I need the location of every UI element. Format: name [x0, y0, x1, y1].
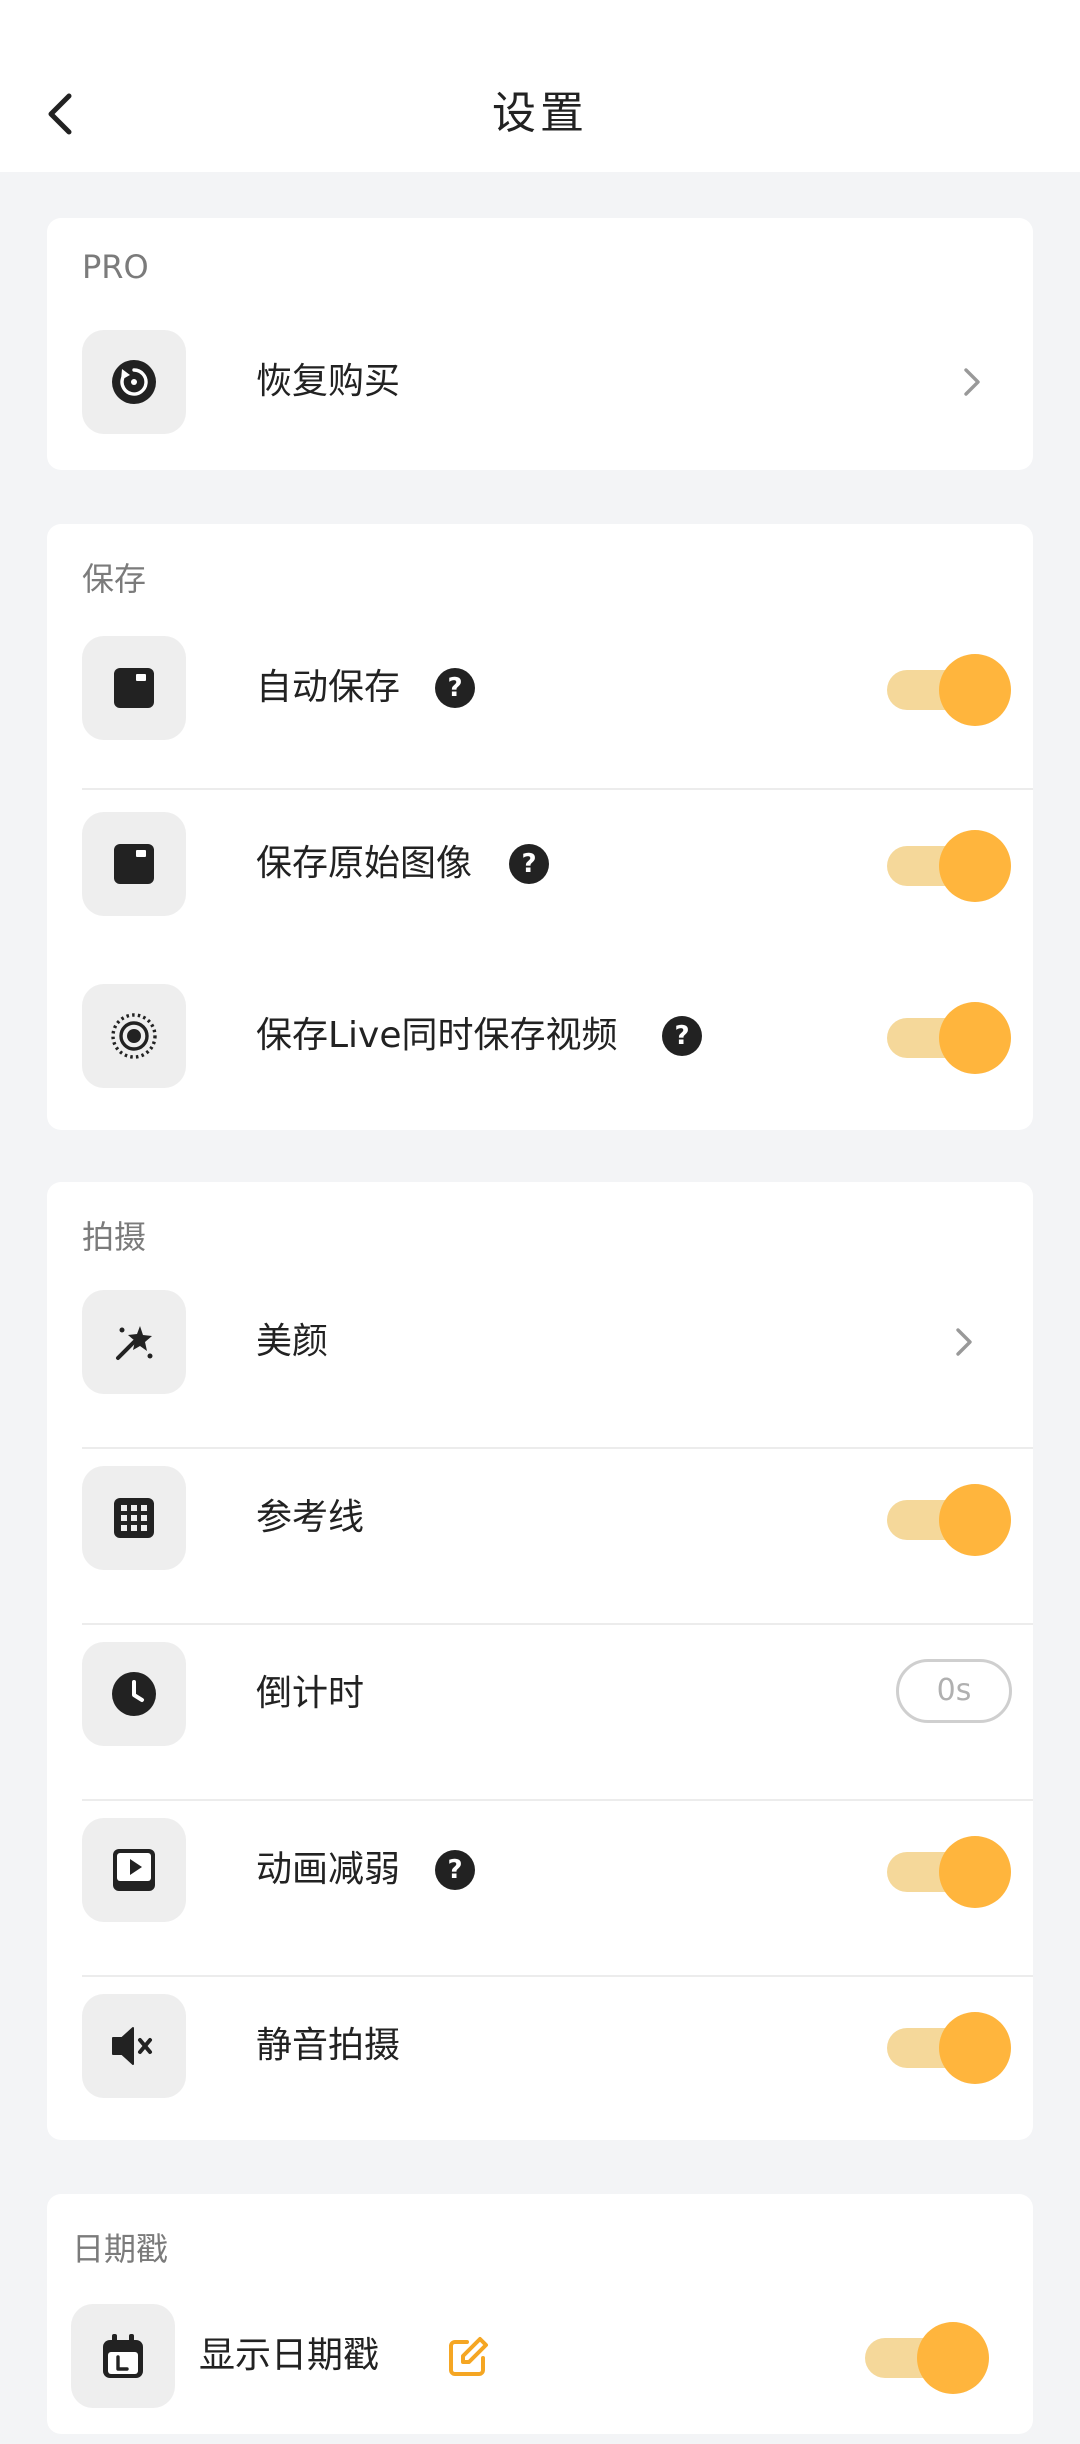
shoot-section: 拍摄 美颜 参考线 倒计时 0s 动画减弱 ? 静音拍摄	[47, 1182, 1033, 2140]
grid-icon	[82, 1466, 186, 1570]
section-title-pro: PRO	[82, 248, 149, 286]
autosave-toggle[interactable]	[887, 654, 1011, 726]
save-original-toggle[interactable]	[887, 830, 1011, 902]
magic-wand-icon	[82, 1290, 186, 1394]
show-datestamp-label: 显示日期戳	[199, 2335, 380, 2376]
edit-icon[interactable]	[447, 2336, 489, 2378]
help-icon[interactable]: ?	[435, 668, 475, 708]
timer-value-button[interactable]: 0s	[896, 1659, 1012, 1723]
save-live-row: 保存Live同时保存视频 ?	[82, 948, 1011, 1124]
section-title-save: 保存	[82, 560, 147, 598]
grid-row: 参考线	[82, 1430, 1011, 1606]
beauty-label: 美颜	[256, 1321, 329, 1362]
help-icon[interactable]: ?	[662, 1016, 702, 1056]
speaker-mute-icon	[82, 1994, 186, 2098]
section-title-shoot: 拍摄	[82, 1218, 147, 1256]
top-bar: 设置	[0, 0, 1080, 172]
chevron-right-icon	[952, 362, 992, 402]
clock-icon	[82, 1642, 186, 1746]
silent-label: 静音拍摄	[256, 2025, 401, 2066]
beauty-row[interactable]: 美颜	[82, 1254, 998, 1430]
save-original-row: 保存原始图像 ?	[82, 776, 1011, 952]
reduce-motion-label: 动画减弱	[256, 1849, 401, 1890]
chevron-right-icon	[944, 1322, 984, 1362]
grid-toggle[interactable]	[887, 1484, 1011, 1556]
live-photo-icon	[82, 984, 186, 1088]
save-live-toggle[interactable]	[887, 1002, 1011, 1074]
show-datestamp-toggle[interactable]	[865, 2322, 989, 2394]
restore-purchase-label: 恢复购买	[256, 361, 401, 402]
datestamp-section: 日期戳 显示日期戳	[47, 2194, 1033, 2434]
help-icon[interactable]: ?	[435, 1850, 475, 1890]
show-datestamp-row: 显示日期戳	[71, 2268, 989, 2444]
page-title: 设置	[492, 88, 588, 139]
save-live-label: 保存Live同时保存视频	[256, 1015, 618, 1056]
save-section: 保存 自动保存 ? 保存原始图像 ? 保存Live同时保存视频 ?	[47, 524, 1033, 1130]
save-disk-icon	[82, 812, 186, 916]
grid-label: 参考线	[256, 1497, 365, 1538]
save-disk-icon	[82, 636, 186, 740]
play-screen-icon	[82, 1818, 186, 1922]
restore-purchase-row[interactable]: 恢复购买	[82, 294, 998, 470]
help-icon[interactable]: ?	[509, 844, 549, 884]
save-original-label: 保存原始图像	[256, 843, 473, 884]
calendar-icon	[71, 2304, 175, 2408]
autosave-row: 自动保存 ?	[82, 600, 1011, 776]
autosave-label: 自动保存	[256, 667, 401, 708]
pro-section: PRO 恢复购买	[47, 218, 1033, 470]
reduce-motion-row: 动画减弱 ?	[82, 1782, 1011, 1958]
section-title-datestamp: 日期戳	[72, 2230, 169, 2268]
silent-toggle[interactable]	[887, 2012, 1011, 2084]
timer-row: 倒计时 0s	[82, 1606, 1012, 1782]
restore-icon	[82, 330, 186, 434]
reduce-motion-toggle[interactable]	[887, 1836, 1011, 1908]
timer-label: 倒计时	[256, 1673, 365, 1714]
silent-row: 静音拍摄	[82, 1958, 1011, 2134]
